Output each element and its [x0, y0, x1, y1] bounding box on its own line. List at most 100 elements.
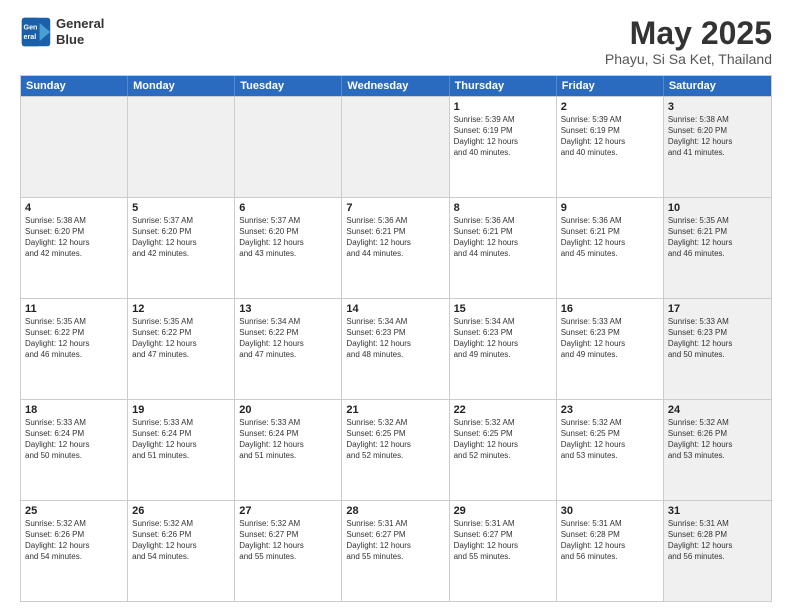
- day-info: Sunrise: 5:36 AM Sunset: 6:21 PM Dayligh…: [454, 216, 552, 259]
- cal-cell-5: 5Sunrise: 5:37 AM Sunset: 6:20 PM Daylig…: [128, 198, 235, 298]
- cal-cell-14: 14Sunrise: 5:34 AM Sunset: 6:23 PM Dayli…: [342, 299, 449, 399]
- day-number: 26: [132, 504, 230, 518]
- header: Gen eral General Blue May 2025 Phayu, Si…: [20, 16, 772, 67]
- cal-cell-16: 16Sunrise: 5:33 AM Sunset: 6:23 PM Dayli…: [557, 299, 664, 399]
- cal-cell-15: 15Sunrise: 5:34 AM Sunset: 6:23 PM Dayli…: [450, 299, 557, 399]
- day-number: 29: [454, 504, 552, 518]
- cal-cell-7: 7Sunrise: 5:36 AM Sunset: 6:21 PM Daylig…: [342, 198, 449, 298]
- cal-cell-31: 31Sunrise: 5:31 AM Sunset: 6:28 PM Dayli…: [664, 501, 771, 601]
- calendar-row-3: 18Sunrise: 5:33 AM Sunset: 6:24 PM Dayli…: [21, 399, 771, 500]
- calendar-header: SundayMondayTuesdayWednesdayThursdayFrid…: [21, 76, 771, 96]
- cal-cell-21: 21Sunrise: 5:32 AM Sunset: 6:25 PM Dayli…: [342, 400, 449, 500]
- day-info: Sunrise: 5:31 AM Sunset: 6:27 PM Dayligh…: [346, 519, 444, 562]
- day-number: 1: [454, 100, 552, 114]
- main-title: May 2025: [605, 16, 772, 51]
- cal-cell-17: 17Sunrise: 5:33 AM Sunset: 6:23 PM Dayli…: [664, 299, 771, 399]
- cal-cell-27: 27Sunrise: 5:32 AM Sunset: 6:27 PM Dayli…: [235, 501, 342, 601]
- day-info: Sunrise: 5:32 AM Sunset: 6:26 PM Dayligh…: [668, 418, 767, 461]
- day-number: 9: [561, 201, 659, 215]
- cal-cell-20: 20Sunrise: 5:33 AM Sunset: 6:24 PM Dayli…: [235, 400, 342, 500]
- day-number: 24: [668, 403, 767, 417]
- header-day-tuesday: Tuesday: [235, 76, 342, 96]
- calendar-row-2: 11Sunrise: 5:35 AM Sunset: 6:22 PM Dayli…: [21, 298, 771, 399]
- svg-text:Gen: Gen: [24, 23, 38, 31]
- day-info: Sunrise: 5:39 AM Sunset: 6:19 PM Dayligh…: [454, 115, 552, 158]
- cal-cell-12: 12Sunrise: 5:35 AM Sunset: 6:22 PM Dayli…: [128, 299, 235, 399]
- day-info: Sunrise: 5:33 AM Sunset: 6:23 PM Dayligh…: [668, 317, 767, 360]
- day-number: 19: [132, 403, 230, 417]
- cal-cell-1: 1Sunrise: 5:39 AM Sunset: 6:19 PM Daylig…: [450, 97, 557, 197]
- day-number: 2: [561, 100, 659, 114]
- day-number: 15: [454, 302, 552, 316]
- day-info: Sunrise: 5:33 AM Sunset: 6:24 PM Dayligh…: [239, 418, 337, 461]
- day-info: Sunrise: 5:34 AM Sunset: 6:23 PM Dayligh…: [346, 317, 444, 360]
- day-number: 18: [25, 403, 123, 417]
- day-info: Sunrise: 5:37 AM Sunset: 6:20 PM Dayligh…: [239, 216, 337, 259]
- day-number: 8: [454, 201, 552, 215]
- cal-cell-23: 23Sunrise: 5:32 AM Sunset: 6:25 PM Dayli…: [557, 400, 664, 500]
- day-info: Sunrise: 5:38 AM Sunset: 6:20 PM Dayligh…: [25, 216, 123, 259]
- day-number: 6: [239, 201, 337, 215]
- svg-text:eral: eral: [24, 33, 37, 41]
- day-number: 4: [25, 201, 123, 215]
- day-number: 5: [132, 201, 230, 215]
- header-day-sunday: Sunday: [21, 76, 128, 96]
- cal-cell-4: 4Sunrise: 5:38 AM Sunset: 6:20 PM Daylig…: [21, 198, 128, 298]
- day-info: Sunrise: 5:32 AM Sunset: 6:26 PM Dayligh…: [132, 519, 230, 562]
- header-day-monday: Monday: [128, 76, 235, 96]
- header-day-friday: Friday: [557, 76, 664, 96]
- day-number: 14: [346, 302, 444, 316]
- cal-cell-25: 25Sunrise: 5:32 AM Sunset: 6:26 PM Dayli…: [21, 501, 128, 601]
- day-number: 17: [668, 302, 767, 316]
- cal-cell-empty-0-2: [235, 97, 342, 197]
- day-number: 3: [668, 100, 767, 114]
- day-info: Sunrise: 5:33 AM Sunset: 6:24 PM Dayligh…: [25, 418, 123, 461]
- cal-cell-28: 28Sunrise: 5:31 AM Sunset: 6:27 PM Dayli…: [342, 501, 449, 601]
- day-info: Sunrise: 5:35 AM Sunset: 6:22 PM Dayligh…: [132, 317, 230, 360]
- cal-cell-22: 22Sunrise: 5:32 AM Sunset: 6:25 PM Dayli…: [450, 400, 557, 500]
- logo-icon: Gen eral: [20, 16, 52, 48]
- day-info: Sunrise: 5:34 AM Sunset: 6:23 PM Dayligh…: [454, 317, 552, 360]
- cal-cell-6: 6Sunrise: 5:37 AM Sunset: 6:20 PM Daylig…: [235, 198, 342, 298]
- cal-cell-29: 29Sunrise: 5:31 AM Sunset: 6:27 PM Dayli…: [450, 501, 557, 601]
- calendar-row-1: 4Sunrise: 5:38 AM Sunset: 6:20 PM Daylig…: [21, 197, 771, 298]
- cal-cell-2: 2Sunrise: 5:39 AM Sunset: 6:19 PM Daylig…: [557, 97, 664, 197]
- cal-cell-8: 8Sunrise: 5:36 AM Sunset: 6:21 PM Daylig…: [450, 198, 557, 298]
- day-info: Sunrise: 5:34 AM Sunset: 6:22 PM Dayligh…: [239, 317, 337, 360]
- calendar-body: 1Sunrise: 5:39 AM Sunset: 6:19 PM Daylig…: [21, 96, 771, 601]
- day-info: Sunrise: 5:31 AM Sunset: 6:28 PM Dayligh…: [668, 519, 767, 562]
- header-day-saturday: Saturday: [664, 76, 771, 96]
- day-info: Sunrise: 5:37 AM Sunset: 6:20 PM Dayligh…: [132, 216, 230, 259]
- cal-cell-9: 9Sunrise: 5:36 AM Sunset: 6:21 PM Daylig…: [557, 198, 664, 298]
- calendar-row-4: 25Sunrise: 5:32 AM Sunset: 6:26 PM Dayli…: [21, 500, 771, 601]
- cal-cell-empty-0-3: [342, 97, 449, 197]
- page: Gen eral General Blue May 2025 Phayu, Si…: [0, 0, 792, 612]
- day-number: 7: [346, 201, 444, 215]
- day-info: Sunrise: 5:32 AM Sunset: 6:26 PM Dayligh…: [25, 519, 123, 562]
- day-info: Sunrise: 5:32 AM Sunset: 6:25 PM Dayligh…: [561, 418, 659, 461]
- cal-cell-30: 30Sunrise: 5:31 AM Sunset: 6:28 PM Dayli…: [557, 501, 664, 601]
- day-number: 28: [346, 504, 444, 518]
- header-day-thursday: Thursday: [450, 76, 557, 96]
- logo-text: General Blue: [56, 16, 104, 47]
- day-info: Sunrise: 5:33 AM Sunset: 6:23 PM Dayligh…: [561, 317, 659, 360]
- day-number: 20: [239, 403, 337, 417]
- day-info: Sunrise: 5:31 AM Sunset: 6:27 PM Dayligh…: [454, 519, 552, 562]
- cal-cell-24: 24Sunrise: 5:32 AM Sunset: 6:26 PM Dayli…: [664, 400, 771, 500]
- day-number: 12: [132, 302, 230, 316]
- day-info: Sunrise: 5:32 AM Sunset: 6:25 PM Dayligh…: [454, 418, 552, 461]
- calendar: SundayMondayTuesdayWednesdayThursdayFrid…: [20, 75, 772, 602]
- day-info: Sunrise: 5:38 AM Sunset: 6:20 PM Dayligh…: [668, 115, 767, 158]
- day-info: Sunrise: 5:31 AM Sunset: 6:28 PM Dayligh…: [561, 519, 659, 562]
- header-day-wednesday: Wednesday: [342, 76, 449, 96]
- cal-cell-18: 18Sunrise: 5:33 AM Sunset: 6:24 PM Dayli…: [21, 400, 128, 500]
- day-number: 25: [25, 504, 123, 518]
- day-number: 22: [454, 403, 552, 417]
- day-info: Sunrise: 5:32 AM Sunset: 6:25 PM Dayligh…: [346, 418, 444, 461]
- day-number: 31: [668, 504, 767, 518]
- cal-cell-10: 10Sunrise: 5:35 AM Sunset: 6:21 PM Dayli…: [664, 198, 771, 298]
- cal-cell-26: 26Sunrise: 5:32 AM Sunset: 6:26 PM Dayli…: [128, 501, 235, 601]
- day-number: 27: [239, 504, 337, 518]
- day-number: 21: [346, 403, 444, 417]
- day-number: 30: [561, 504, 659, 518]
